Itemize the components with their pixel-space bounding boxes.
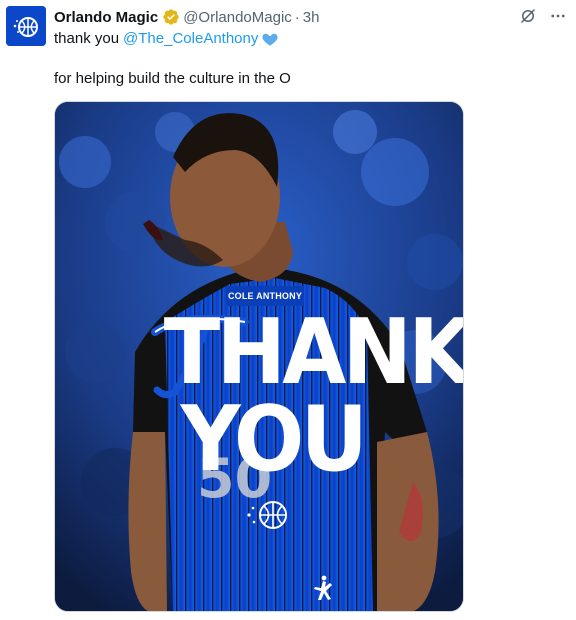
tweet[interactable]: Orlando Magic @OrlandoMagic · 3h thank y…	[0, 0, 576, 620]
separator-dot: ·	[294, 8, 300, 26]
grok-icon[interactable]	[518, 6, 538, 26]
avatar[interactable]	[6, 6, 46, 46]
tweet-text-line1: thank you @The_ColeAnthony	[54, 29, 279, 49]
blue-heart-icon	[261, 30, 279, 48]
headline-you: YOU	[180, 387, 368, 492]
mention-link[interactable]: @The_ColeAnthony	[123, 29, 258, 49]
handle[interactable]: @OrlandoMagic	[183, 9, 292, 26]
jumpman-logo-icon	[309, 574, 337, 602]
tweet-header: Orlando Magic @OrlandoMagic · 3h	[54, 7, 319, 27]
display-name[interactable]: Orlando Magic	[54, 9, 158, 26]
orlando-magic-logo-icon	[6, 6, 46, 46]
tweet-actions-top	[518, 6, 568, 26]
headline-thank: THANK	[163, 300, 464, 405]
tweet-media-image[interactable]: 50 COLE ANTHONY THANK YOU	[54, 101, 464, 612]
magic-ball-logo-icon	[243, 497, 289, 533]
more-icon[interactable]	[548, 6, 568, 26]
verified-badge-icon[interactable]	[162, 8, 180, 26]
tweet-text-line2: for helping build the culture in the O	[54, 70, 291, 87]
timestamp[interactable]: 3h	[303, 9, 320, 26]
tweet-text: thank you	[54, 30, 120, 47]
